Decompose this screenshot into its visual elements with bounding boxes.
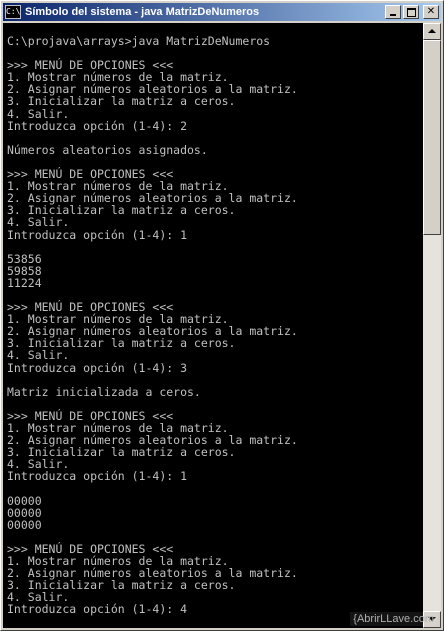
title-bar-buttons: ✕: [383, 5, 439, 19]
close-button[interactable]: ✕: [423, 5, 439, 19]
minimize-icon: [390, 14, 396, 16]
scroll-up-button[interactable]: [423, 23, 441, 40]
minimize-button[interactable]: [385, 5, 401, 19]
maximize-button[interactable]: [403, 5, 419, 19]
vertical-scrollbar[interactable]: [423, 23, 441, 628]
close-icon: ✕: [426, 6, 436, 17]
console-text: C:\projava\arrays>java MatrizDeNumeros >…: [7, 34, 298, 617]
maximize-icon: [407, 8, 416, 17]
arrow-up-icon: [428, 29, 436, 33]
watermark: {AbrirLLave.com: [350, 612, 437, 626]
command-prompt-icon[interactable]: C:\: [5, 5, 21, 19]
console-output-area[interactable]: C:\projava\arrays>java MatrizDeNumeros >…: [3, 23, 423, 628]
title-bar[interactable]: C:\ Símbolo del sistema - java MatrizDeN…: [3, 3, 441, 21]
scrollbar-thumb[interactable]: [423, 40, 441, 235]
console-window: C:\ Símbolo del sistema - java MatrizDeN…: [0, 0, 444, 631]
window-title: Símbolo del sistema - java MatrizDeNumer…: [25, 6, 260, 18]
